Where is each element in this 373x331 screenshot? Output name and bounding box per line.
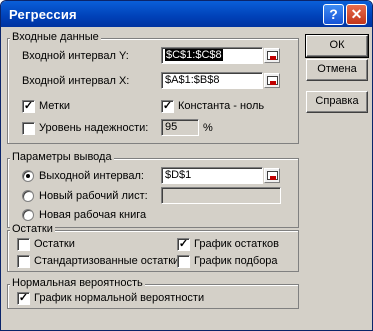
y-range-input[interactable]: $C$1:$C$8 (161, 47, 263, 64)
line-fit-plots-label: График подбора (194, 255, 278, 267)
output-range-radio[interactable] (22, 170, 34, 182)
title-bar: Регрессия ? ✕ (1, 1, 372, 27)
x-range-collapse-icon[interactable] (264, 73, 280, 88)
output-range-input[interactable]: $D$1 (161, 167, 263, 184)
input-data-group-label: Входные данные (10, 31, 101, 43)
residuals-label: Остатки (34, 238, 75, 250)
new-workbook-radio[interactable] (22, 209, 34, 221)
residuals-checkbox[interactable] (17, 238, 30, 251)
normal-probability-group-label: Нормальная вероятность (10, 277, 145, 289)
residual-plots-label: График остатков (194, 238, 279, 250)
new-worksheet-input[interactable] (161, 187, 281, 204)
x-range-label: Входной интервал X: (22, 75, 130, 87)
constant-zero-label: Константа - ноль (178, 100, 265, 112)
normal-probability-plot-label: График нормальной вероятности (34, 292, 205, 304)
help-button[interactable]: Справка (306, 91, 368, 113)
confidence-level-label: Уровень надежности: (39, 122, 149, 134)
cancel-button[interactable]: Отмена (306, 59, 368, 81)
new-worksheet-label: Новый рабочий лист: (39, 190, 148, 202)
regression-dialog: Регрессия ? ✕ Входные данные Входной инт… (0, 0, 373, 331)
new-worksheet-radio[interactable] (22, 190, 34, 202)
residual-plots-checkbox[interactable]: ✓ (177, 238, 190, 251)
x-range-input[interactable]: $A$1:$B$8 (161, 72, 263, 89)
y-range-collapse-icon[interactable] (264, 48, 280, 63)
labels-checkbox-label: Метки (39, 100, 71, 112)
residuals-group-label: Остатки (10, 223, 55, 235)
output-range-label: Выходной интервал: (39, 170, 144, 182)
close-icon[interactable]: ✕ (346, 4, 367, 25)
labels-checkbox[interactable]: ✓ (22, 100, 35, 113)
standardized-residuals-checkbox[interactable] (17, 255, 30, 268)
new-workbook-label: Новая рабочая книга (39, 209, 147, 221)
percent-label: % (203, 122, 213, 134)
normal-probability-plot-checkbox[interactable]: ✓ (17, 292, 30, 305)
constant-zero-checkbox[interactable]: ✓ (161, 100, 174, 113)
standardized-residuals-label: Стандартизованные остатки (34, 255, 180, 267)
help-icon[interactable]: ? (323, 4, 344, 25)
confidence-level-input[interactable]: 95 (161, 119, 199, 136)
dialog-title: Регрессия (9, 7, 77, 22)
output-range-collapse-icon[interactable] (264, 168, 280, 183)
y-range-label: Входной интервал Y: (22, 50, 129, 62)
line-fit-plots-checkbox[interactable] (177, 255, 190, 268)
confidence-level-checkbox[interactable] (22, 122, 35, 135)
output-options-group-label: Параметры вывода (10, 151, 114, 163)
ok-button[interactable]: ОК (305, 34, 369, 58)
